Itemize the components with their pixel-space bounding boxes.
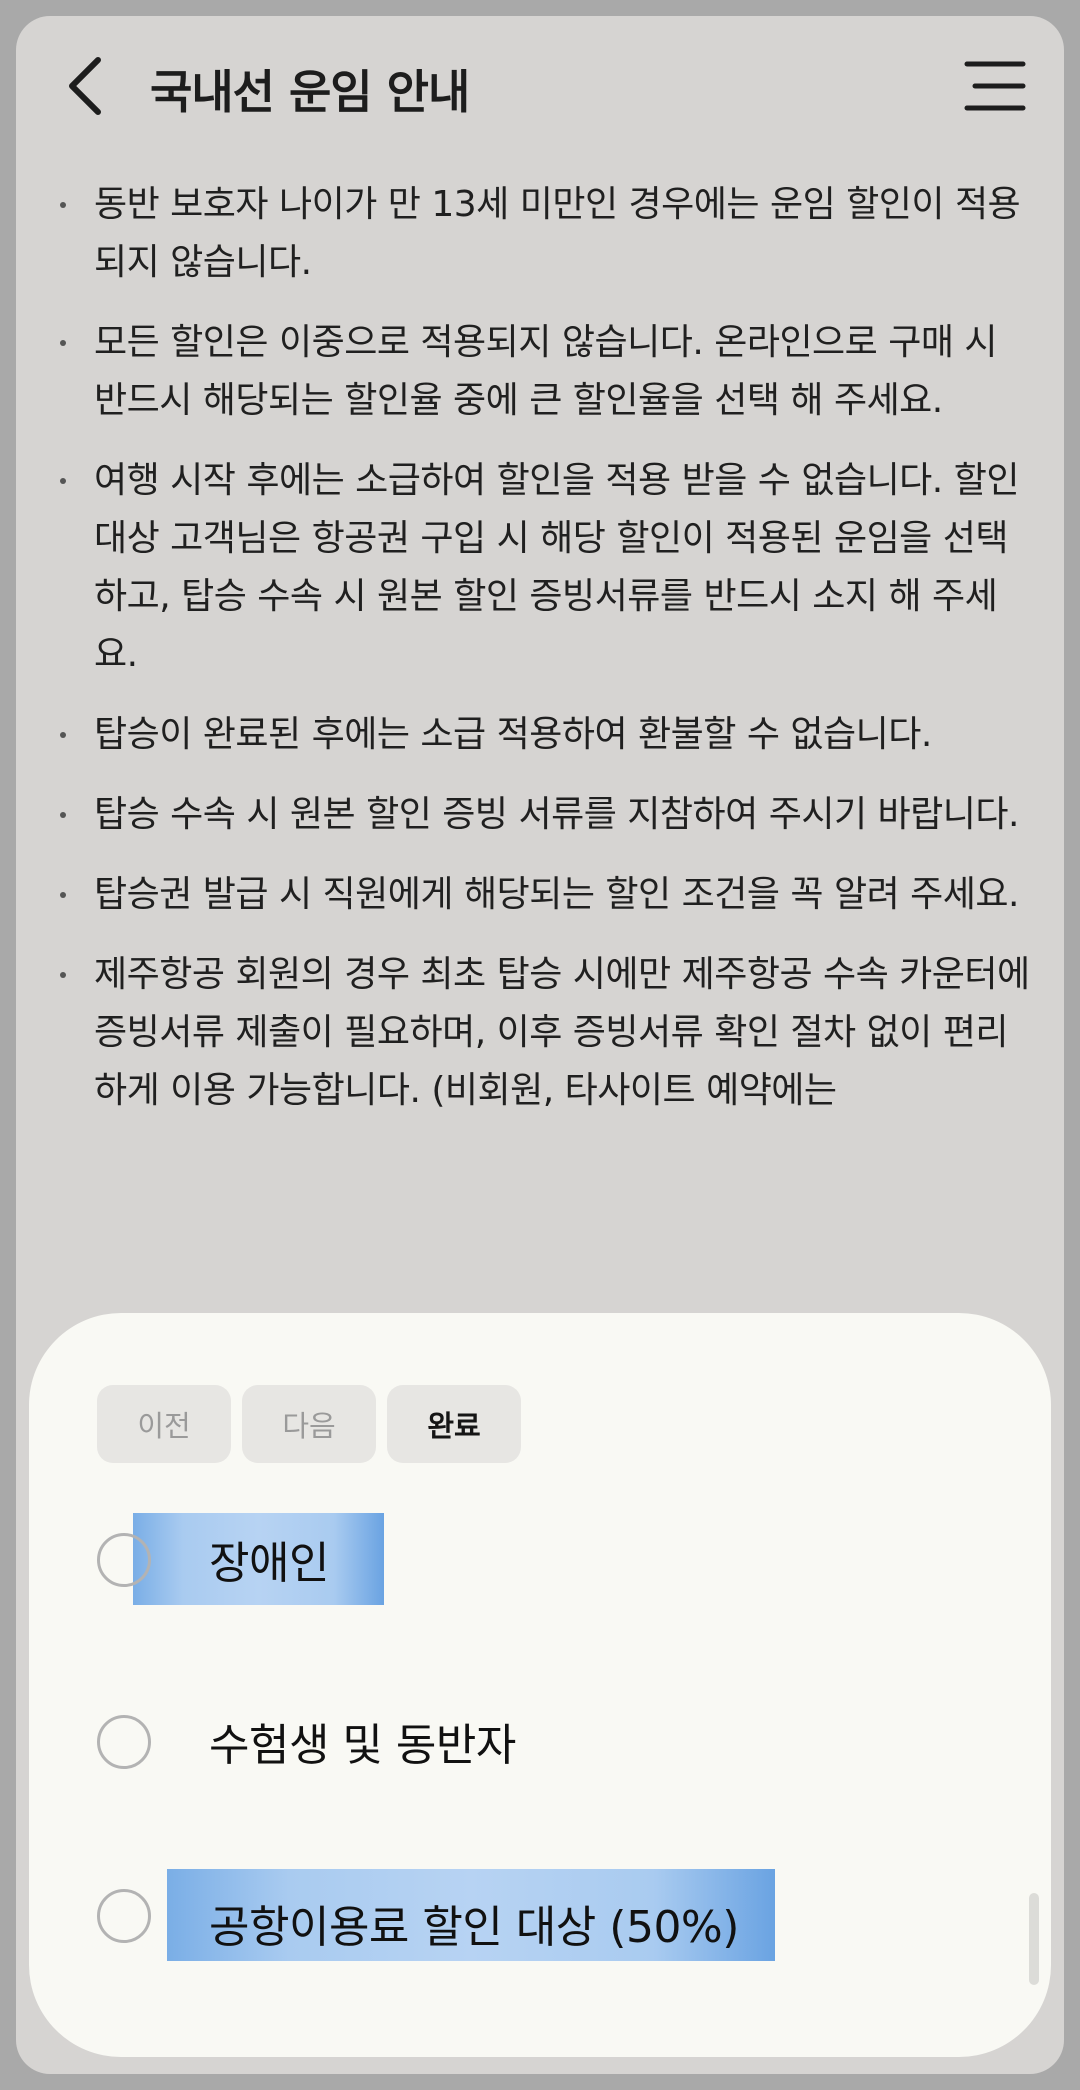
bullet-dot [60, 972, 66, 978]
bullet-dot [60, 340, 66, 346]
notice-text: 동반 보호자 나이가 만 13세 미만인 경우에는 운임 할인이 적용되지 않습… [94, 184, 1021, 283]
notice-text: 여행 시작 후에는 소급하여 할인을 적용 받을 수 없습니다. 할인 대상 고… [94, 460, 1019, 675]
back-button[interactable] [46, 46, 126, 126]
bullet-dot [60, 892, 66, 898]
notice-item: 탑승 수속 시 원본 할인 증빙 서류를 지참하여 주시기 바랍니다. [46, 786, 1036, 844]
radio-button[interactable] [97, 1533, 151, 1587]
bullet-dot [60, 478, 66, 484]
radio-button[interactable] [97, 1715, 151, 1769]
notice-text: 탑승이 완료된 후에는 소급 적용하여 환불할 수 없습니다. [94, 714, 932, 755]
option-label: 장애인 [209, 1538, 329, 1589]
hamburger-menu-icon [964, 61, 1026, 111]
notice-item: 제주항공 회원의 경우 최초 탑승 시에만 제주항공 수속 카운터에 증빙서류 … [46, 946, 1036, 1120]
radio-button[interactable] [97, 1889, 151, 1943]
prev-button[interactable]: 이전 [97, 1385, 231, 1463]
bullet-dot [60, 202, 66, 208]
option-exam-student[interactable]: 수험생 및 동반자 [97, 1695, 977, 1787]
option-airport-fee[interactable]: 공항이용료 할인 대상 (50%) [97, 1869, 977, 1961]
scrollbar[interactable] [1029, 1893, 1039, 1985]
bullet-dot [60, 812, 66, 818]
menu-button[interactable] [954, 50, 1034, 122]
bullet-dot [60, 732, 66, 738]
notice-text: 탑승권 발급 시 직원에게 해당되는 할인 조건을 꼭 알려 주세요. [94, 874, 1019, 915]
done-button[interactable]: 완료 [387, 1385, 521, 1463]
notice-item: 동반 보호자 나이가 만 13세 미만인 경우에는 운임 할인이 적용되지 않습… [46, 176, 1036, 292]
notice-text: 모든 할인은 이중으로 적용되지 않습니다. 온라인으로 구매 시 반드시 해당… [94, 322, 998, 421]
page-title: 국내선 운임 안내 [150, 65, 470, 119]
discount-picker-sheet: 이전 다음 완료 장애인 수험생 및 동반자 공항이용료 할인 대상 (50%) [29, 1313, 1051, 2057]
app-screen: 국내선 운임 안내 동반 보호자 나이가 만 13세 미만인 경우에는 운임 할… [16, 16, 1064, 2074]
notice-text: 제주항공 회원의 경우 최초 탑승 시에만 제주항공 수속 카운터에 증빙서류 … [94, 954, 1030, 1111]
chevron-left-icon [69, 57, 101, 115]
notice-item: 여행 시작 후에는 소급하여 할인을 적용 받을 수 없습니다. 할인 대상 고… [46, 452, 1036, 684]
header: 국내선 운임 안내 [16, 16, 1064, 146]
option-disabled[interactable]: 장애인 [97, 1513, 977, 1605]
notice-item: 탑승이 완료된 후에는 소급 적용하여 환불할 수 없습니다. [46, 706, 1036, 764]
notice-text: 탑승 수속 시 원본 할인 증빙 서류를 지참하여 주시기 바랍니다. [94, 794, 1019, 835]
picker-toolbar: 이전 다음 완료 [97, 1385, 521, 1463]
option-label: 공항이용료 할인 대상 (50%) [209, 1902, 739, 1953]
notice-list: 동반 보호자 나이가 만 13세 미만인 경우에는 운임 할인이 적용되지 않습… [46, 176, 1036, 1142]
next-button[interactable]: 다음 [242, 1385, 376, 1463]
notice-item: 탑승권 발급 시 직원에게 해당되는 할인 조건을 꼭 알려 주세요. [46, 866, 1036, 924]
notice-item: 모든 할인은 이중으로 적용되지 않습니다. 온라인으로 구매 시 반드시 해당… [46, 314, 1036, 430]
option-label: 수험생 및 동반자 [209, 1720, 516, 1771]
